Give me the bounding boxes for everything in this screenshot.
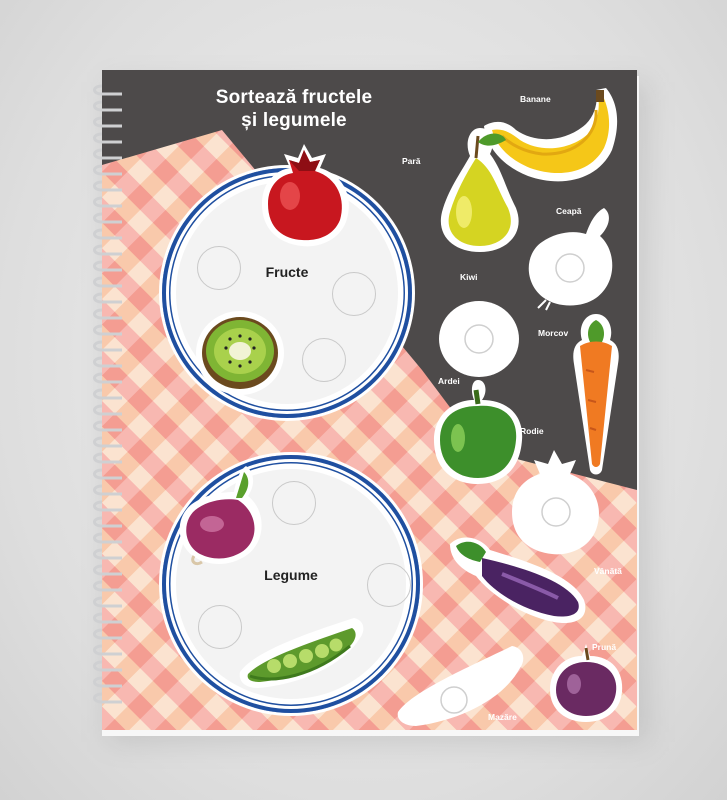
pruna-label: Prună (592, 642, 617, 652)
spiral-binding (93, 84, 122, 704)
rodie-label: Rodie (520, 426, 544, 436)
mazare-label: Mazăre (488, 712, 517, 722)
para-label: Pară (402, 156, 421, 166)
title-line-1: Sortează fructele (215, 87, 373, 108)
page-title: Sortează fructele și legumele (194, 86, 394, 132)
pomegranate-sticker[interactable] (254, 138, 354, 250)
banane-label: Banane (520, 94, 551, 104)
kiwi-sticker[interactable] (194, 308, 286, 398)
kiwi-placeholder[interactable] (436, 298, 522, 380)
vanata-label: Vânătă (594, 566, 622, 576)
kiwi-label: Kiwi (460, 272, 478, 282)
ceapa-label: Ceapă (556, 206, 582, 216)
sticker-slot (302, 338, 346, 382)
title-line-2: și legumele (241, 110, 347, 131)
fruits-label: Fructe (265, 264, 309, 280)
red-onion-sticker[interactable] (172, 462, 276, 570)
pea-pod-sticker[interactable] (234, 610, 370, 694)
onion-placeholder[interactable] (520, 204, 624, 312)
plum-sticker[interactable] (546, 640, 626, 724)
sticker-slot (272, 481, 316, 525)
morcov-label: Morcov (538, 328, 569, 338)
eggplant-sticker[interactable] (442, 530, 592, 626)
activity-page: Sortează fructele și legumele Fructe Leg… (102, 70, 637, 730)
ardei-label: Ardei (438, 376, 460, 386)
pear-sticker[interactable] (432, 124, 524, 256)
